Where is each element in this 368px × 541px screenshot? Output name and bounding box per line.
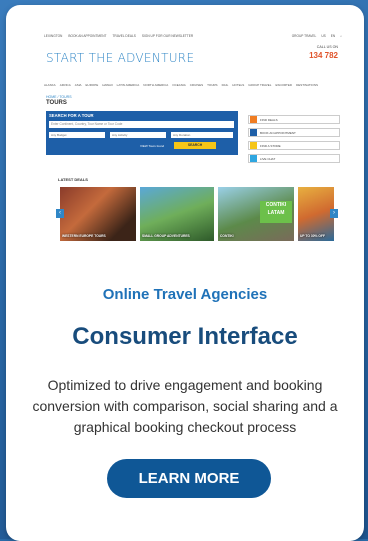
phone-number: 134 782 (309, 51, 338, 60)
latest-deals-label: LATEST DEALS (58, 177, 88, 182)
deal-tile: UP TO 30% OFF (298, 187, 334, 241)
topbar-link: EN (330, 34, 336, 38)
nav-item: HOTELS (232, 83, 245, 87)
topbar-link: BOOK AN APPOINTMENT (68, 34, 107, 38)
tag-icon (250, 116, 257, 123)
topbar-link: SIGN UP FOR OUR NEWSLETTER (141, 34, 194, 38)
screenshot-topbar: LEXINGTON BOOK AN APPOINTMENT TRAVEL DEA… (44, 31, 342, 41)
deal-caption: UP TO 30% OFF (300, 234, 325, 238)
screenshot-page-title: TOURS (46, 100, 67, 106)
topbar-link: US (321, 34, 326, 38)
location-icon (250, 142, 257, 149)
topbar-link: GROUP TRAVEL (291, 34, 317, 38)
nav-item: GROUP TRAVEL (248, 83, 272, 87)
side-item-deals: FIND DEALS (248, 115, 340, 124)
nav-item: HAWAII (102, 83, 113, 87)
nav-item: ESCORTED (275, 83, 293, 87)
search-input: Enter Continent, Country, Tour Name or T… (49, 121, 234, 128)
nav-item: OCEANIA (172, 83, 186, 87)
feature-card: LEXINGTON BOOK AN APPOINTMENT TRAVEL DEA… (6, 5, 364, 541)
side-item-label: FIND A STORE (260, 143, 281, 148)
side-item-label: FIND DEALS (260, 117, 278, 122)
screenshot-nav: ALASKA AFRICA ASIA EUROPE HAWAII LATIN A… (44, 83, 342, 87)
topbar-link: TRAVEL DEALS (112, 34, 136, 38)
card-headline: Consumer Interface (72, 323, 298, 350)
category-label: Online Travel Agencies (102, 286, 268, 303)
call-us-label: CALL US ON (316, 45, 338, 49)
side-item-label: LIVE CHAT (260, 156, 276, 161)
deal-tile: WESTERN EUROPE TOURS (60, 187, 136, 241)
deal-tile: CONTIKI LATAM CONTIKI (218, 187, 294, 241)
learn-more-button[interactable]: LEARN MORE (107, 459, 271, 498)
nav-item: ALASKA (44, 83, 56, 87)
side-item-appointment: BOOK AN APPOINTMENT (248, 128, 340, 137)
deal-caption: SMALL GROUP ADVENTURES (142, 234, 190, 238)
site-logo: START THE ADVENTURE (46, 51, 195, 65)
side-item-store: FIND A STORE (248, 141, 340, 150)
website-screenshot: LEXINGTON BOOK AN APPOINTMENT TRAVEL DEA… (44, 31, 342, 251)
tours-found-link: VIEW Tours found (140, 144, 165, 148)
duration-select: Any Duration (171, 132, 233, 138)
nav-item: RAIL (221, 83, 229, 87)
search-title: SEARCH FOR A TOUR (49, 113, 94, 118)
nav-item: ASIA (74, 83, 82, 87)
nav-item: CRUISES (189, 83, 204, 87)
search-button: SEARCH (174, 142, 216, 149)
card-description: Optimized to drive engagement and bookin… (32, 377, 338, 435)
deal-tile: SMALL GROUP ADVENTURES (140, 187, 214, 241)
nav-item: NORTH AMERICA (143, 83, 169, 87)
deal-caption: WESTERN EUROPE TOURS (62, 234, 106, 238)
nav-item: DESTINATIONS (296, 83, 319, 87)
tour-search-box: SEARCH FOR A TOUR Enter Continent, Count… (46, 111, 238, 155)
nav-item: AFRICA (59, 83, 71, 87)
side-item-label: BOOK AN APPOINTMENT (260, 130, 296, 135)
calendar-icon (250, 129, 257, 136)
deal-caption: CONTIKI (220, 234, 234, 238)
activity-select: Any Activity (110, 132, 166, 138)
nav-item: EUROPE (85, 83, 99, 87)
nav-item: TOURS (207, 83, 218, 87)
topbar-link: LEXINGTON (44, 34, 63, 38)
nav-item: LATIN AMERICA (116, 83, 140, 87)
side-item-chat: LIVE CHAT (248, 154, 340, 163)
search-icon: ⌕ (340, 34, 342, 38)
chevron-left-icon: ‹ (56, 209, 64, 218)
chat-icon (250, 155, 257, 162)
breadcrumb: HOME / TOURS (46, 95, 72, 99)
budget-select: Any Budget (49, 132, 105, 138)
contiki-badge: CONTIKI LATAM (260, 201, 292, 223)
chevron-right-icon: › (330, 209, 338, 218)
